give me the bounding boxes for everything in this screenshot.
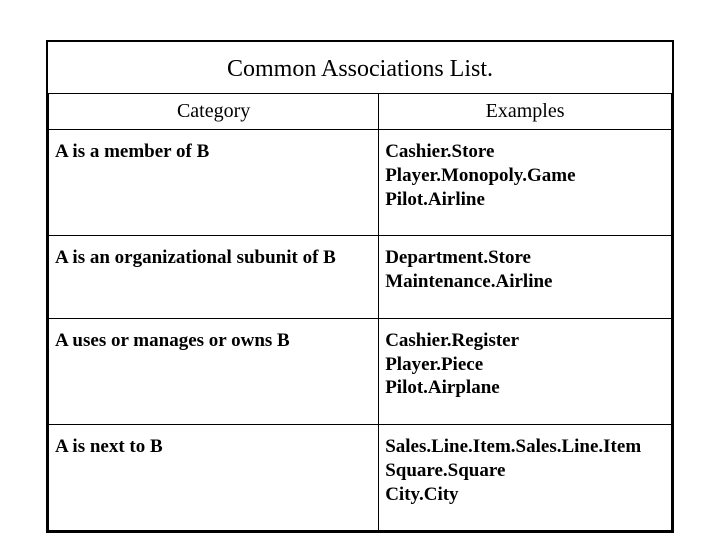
cell-category: A is an organizational subunit of B (49, 236, 379, 319)
cell-category: A is a member of B (49, 130, 379, 236)
cell-examples: Department.StoreMaintenance.Airline (379, 236, 672, 319)
associations-table: Category Examples A is a member of B Cas… (48, 93, 672, 531)
cell-category: A is next to B (49, 425, 379, 531)
cell-examples: Sales.Line.Item.Sales.Line.ItemSquare.Sq… (379, 425, 672, 531)
cell-examples: Cashier.RegisterPlayer.PiecePilot.Airpla… (379, 318, 672, 424)
table-row: A is an organizational subunit of B Depa… (49, 236, 672, 319)
table-row: A uses or manages or owns B Cashier.Regi… (49, 318, 672, 424)
table-row: A is next to B Sales.Line.Item.Sales.Lin… (49, 425, 672, 531)
cell-category: A uses or manages or owns B (49, 318, 379, 424)
document-frame: Common Associations List. Category Examp… (46, 40, 674, 533)
page-title: Common Associations List. (48, 42, 672, 93)
table-row: A is a member of B Cashier.StorePlayer.M… (49, 130, 672, 236)
header-examples: Examples (379, 94, 672, 130)
header-category: Category (49, 94, 379, 130)
cell-examples: Cashier.StorePlayer.Monopoly.GamePilot.A… (379, 130, 672, 236)
